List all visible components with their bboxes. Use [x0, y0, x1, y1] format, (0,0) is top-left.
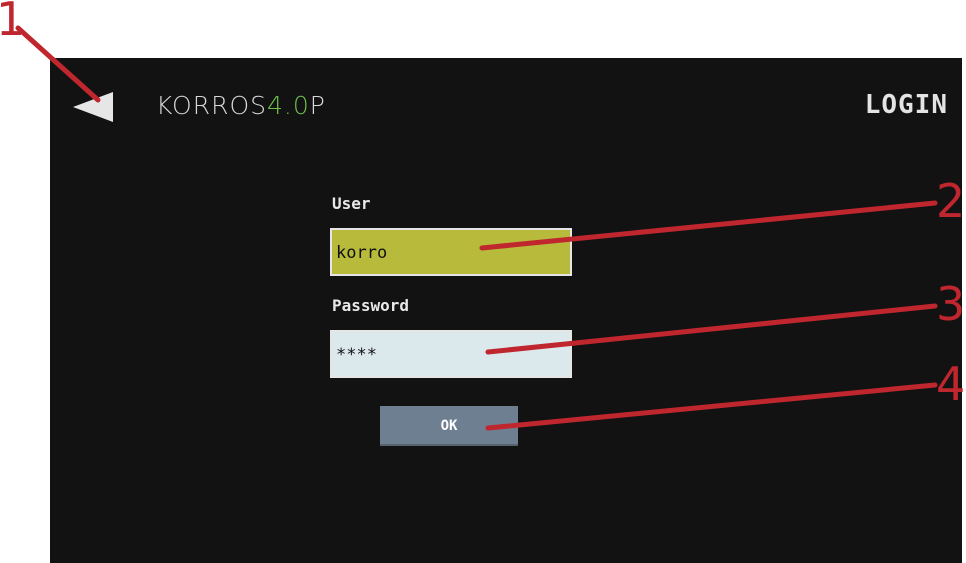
callout-line-1	[15, 25, 101, 103]
callout-line-2	[479, 200, 938, 251]
callout-number-4: 4	[936, 357, 966, 411]
callout-number-2: 2	[936, 174, 966, 228]
callout-number-1: 1	[0, 0, 26, 46]
callout-line-3	[485, 303, 938, 355]
callout-line-4	[485, 382, 938, 431]
callout-number-3: 3	[936, 277, 966, 331]
callout-lines	[15, 25, 938, 431]
